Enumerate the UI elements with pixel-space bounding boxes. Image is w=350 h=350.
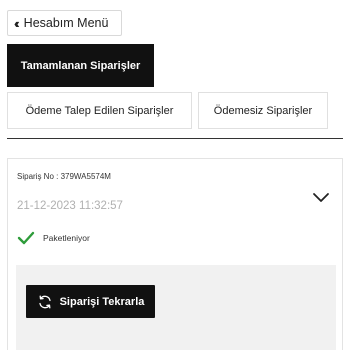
double-chevron-left-icon: ‹‹: [14, 15, 19, 31]
reorder-button[interactable]: Siparişi Tekrarla: [26, 285, 155, 318]
check-icon: [17, 231, 35, 245]
account-menu-button[interactable]: ‹‹ Hesabım Menü: [7, 10, 122, 36]
order-status: Paketleniyor: [17, 231, 90, 245]
tab-payment-requested-orders[interactable]: Ödeme Talep Edilen Siparişler: [7, 92, 192, 129]
tab-unpaid-label: Ödemesiz Siparişler: [213, 104, 313, 117]
divider: [7, 138, 343, 139]
tab-completed-orders-label: Tamamlanan Siparişler: [20, 59, 141, 72]
order-date: 21-12-2023 11:32:57: [17, 200, 123, 212]
order-card: Sipariş No : 379WA5574M 21-12-2023 11:32…: [7, 158, 343, 350]
refresh-icon: [38, 295, 51, 308]
tab-payment-requested-label: Ödeme Talep Edilen Siparişler: [25, 104, 174, 117]
chevron-down-icon[interactable]: [312, 191, 330, 205]
reorder-panel: Siparişi Tekrarla: [16, 265, 336, 350]
tab-completed-orders[interactable]: Tamamlanan Siparişler: [7, 44, 154, 87]
account-menu-label: Hesabım Menü: [23, 16, 109, 30]
tab-unpaid-orders[interactable]: Ödemesiz Siparişler: [198, 92, 328, 129]
order-status-text: Paketleniyor: [43, 233, 90, 243]
reorder-button-label: Siparişi Tekrarla: [59, 295, 145, 308]
order-number: Sipariş No : 379WA5574M: [17, 172, 111, 181]
